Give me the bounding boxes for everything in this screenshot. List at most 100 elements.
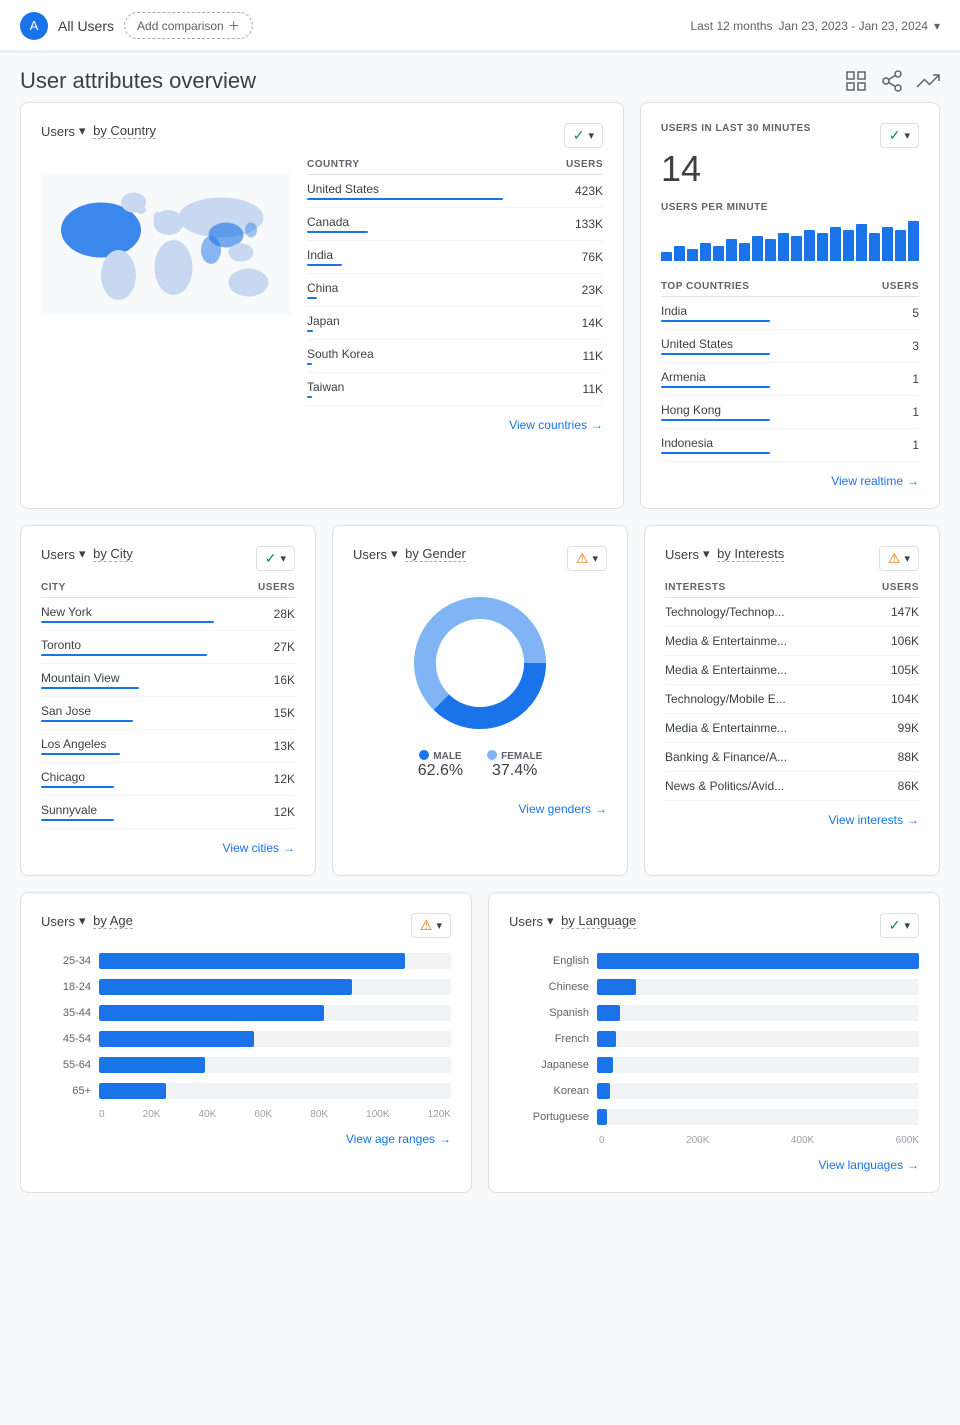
lang-bar-row: French: [509, 1031, 919, 1047]
age-header: Users▾ by Age ⚠ ▾: [41, 913, 451, 945]
top-bar-left: A All Users Add comparison ＋: [20, 12, 253, 40]
age-bar-row: 55-64: [41, 1057, 451, 1073]
interests-card: Users▾ by Interests ⚠ ▾ INTERESTS USERS …: [644, 525, 940, 876]
age-bar-row: 18-24: [41, 979, 451, 995]
age-status-btn[interactable]: ⚠ ▾: [411, 913, 451, 938]
age-warning-icon: ⚠: [420, 917, 433, 934]
spark-bar: [661, 252, 672, 261]
language-card: Users▾ by Language ✓ ▾ English Chinese S…: [488, 892, 940, 1193]
spark-bar: [739, 243, 750, 261]
city-row: Mountain View 16K: [41, 664, 295, 697]
city-green-icon: ✓: [265, 550, 277, 567]
country-row: Canada 133K: [307, 208, 603, 241]
green-check-icon: ✓: [573, 127, 585, 144]
view-realtime-link[interactable]: View realtime →: [661, 474, 919, 488]
country-card: Users▾ by Country ✓ ▾: [20, 102, 624, 509]
spark-bar: [791, 236, 802, 261]
language-status-btn[interactable]: ✓ ▾: [880, 913, 919, 938]
lang-bar-row: Chinese: [509, 979, 919, 995]
col-top-countries: TOP COUNTRIES: [661, 277, 843, 297]
interests-status-btn[interactable]: ⚠ ▾: [879, 546, 919, 571]
country-table: COUNTRY USERS United States 423K Canada …: [307, 155, 603, 432]
sparkline-chart: [661, 221, 919, 261]
interests-table: INTERESTS USERS Technology/Technop... 14…: [665, 578, 919, 801]
spark-bar: [778, 233, 789, 261]
chart-icon[interactable]: [844, 69, 868, 93]
gender-header: Users▾ by Gender ⚠ ▾: [353, 546, 607, 578]
dropdown-icon[interactable]: ▾: [934, 19, 940, 33]
interest-row: Media & Entertainme... 99K: [665, 714, 919, 743]
spark-bar: [908, 221, 919, 261]
gender-status-btn[interactable]: ⚠ ▾: [567, 546, 607, 571]
country-row: China 23K: [307, 274, 603, 307]
female-legend: FEMALE 37.4%: [487, 750, 542, 780]
lang-bar-row: Portuguese: [509, 1109, 919, 1125]
spark-bar: [869, 233, 880, 261]
donut-chart: [405, 588, 555, 738]
realtime-status-btn[interactable]: ✓ ▾: [880, 123, 919, 148]
date-range: Jan 23, 2023 - Jan 23, 2024: [779, 19, 928, 33]
realtime-count: 14: [661, 148, 919, 190]
age-card: Users▾ by Age ⚠ ▾ 25-34 18-24 35-44 45-5…: [20, 892, 472, 1193]
spark-bar: [817, 233, 828, 261]
country-row: India 76K: [307, 241, 603, 274]
country-status-btn[interactable]: ✓ ▾: [564, 123, 603, 148]
trend-icon[interactable]: [916, 69, 940, 93]
gender-title: Users▾ by Gender: [353, 546, 466, 562]
header-icons: [844, 69, 940, 93]
view-languages-link[interactable]: View languages →: [509, 1158, 919, 1172]
col-interests: INTERESTS: [665, 578, 860, 598]
top-bar-right: Last 12 months Jan 23, 2023 - Jan 23, 20…: [690, 19, 940, 33]
col-country: COUNTRY: [307, 155, 503, 175]
gender-card: Users▾ by Gender ⚠ ▾: [332, 525, 628, 876]
view-genders-link[interactable]: View genders →: [353, 802, 607, 816]
view-countries-link[interactable]: View countries →: [307, 418, 603, 432]
col-users: USERS: [503, 155, 603, 175]
interest-row: Media & Entertainme... 105K: [665, 656, 919, 685]
realtime-country-row: Indonesia 1: [661, 429, 919, 462]
spark-bar: [895, 230, 906, 261]
row3: Users▾ by Age ⚠ ▾ 25-34 18-24 35-44 45-5…: [20, 892, 940, 1193]
lang-bar-row: Spanish: [509, 1005, 919, 1021]
spark-bar: [752, 236, 763, 261]
share-icon[interactable]: [880, 69, 904, 93]
spark-bar: [843, 230, 854, 261]
lang-axis: 0200K400K600K: [509, 1135, 919, 1146]
view-age-link[interactable]: View age ranges →: [41, 1132, 451, 1146]
interest-row: Banking & Finance/A... 88K: [665, 743, 919, 772]
age-title: Users▾ by Age: [41, 913, 133, 929]
age-axis: 020K40K60K80K100K120K: [41, 1109, 451, 1120]
city-row: Sunnyvale 12K: [41, 796, 295, 829]
city-header: Users▾ by City ✓ ▾: [41, 546, 295, 578]
add-comparison-button[interactable]: Add comparison ＋: [124, 12, 253, 39]
donut-chart-container: MALE 62.6% FEMALE 37.4%: [353, 578, 607, 790]
female-dot: [487, 750, 497, 760]
city-status-btn[interactable]: ✓ ▾: [256, 546, 295, 571]
country-content: COUNTRY USERS United States 423K Canada …: [41, 155, 603, 432]
spark-bar: [687, 249, 698, 261]
city-row: New York 28K: [41, 598, 295, 631]
realtime-card: USERS IN LAST 30 MINUTES ✓ ▾ 14 USERS PE…: [640, 102, 940, 509]
view-cities-link[interactable]: View cities →: [41, 841, 295, 855]
lang-bar-row: English: [509, 953, 919, 969]
world-map: [41, 155, 291, 432]
spark-bar: [804, 230, 815, 261]
top-bar: A All Users Add comparison ＋ Last 12 mon…: [0, 0, 960, 52]
realtime-green-icon: ✓: [889, 127, 901, 144]
view-interests-link[interactable]: View interests →: [665, 813, 919, 827]
realtime-country-row: United States 3: [661, 330, 919, 363]
map-svg: [41, 155, 291, 335]
male-legend: MALE 62.6%: [418, 750, 463, 780]
realtime-country-row: Armenia 1: [661, 363, 919, 396]
col-city-users: USERS: [214, 578, 295, 598]
city-row: San Jose 15K: [41, 697, 295, 730]
age-bar-chart: 25-34 18-24 35-44 45-54 55-64 65+: [41, 953, 451, 1099]
row1: Users▾ by Country ✓ ▾: [20, 102, 940, 509]
last-period-label: Last 12 months: [690, 19, 772, 33]
age-bar-row: 35-44: [41, 1005, 451, 1021]
lang-bar-row: Korean: [509, 1083, 919, 1099]
dashboard: Users▾ by Country ✓ ▾: [0, 102, 960, 1213]
interest-row: Technology/Technop... 147K: [665, 598, 919, 627]
realtime-country-row: Hong Kong 1: [661, 396, 919, 429]
language-bar-chart: English Chinese Spanish French Japanese …: [509, 953, 919, 1125]
